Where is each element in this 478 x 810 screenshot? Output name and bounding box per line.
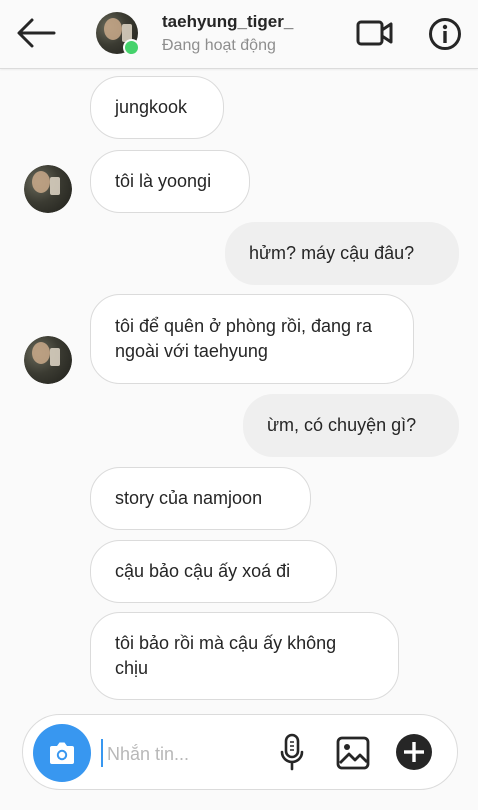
message-bubble-incoming[interactable]: cậu bảo cậu ấy xoá đi — [90, 540, 337, 603]
voice-message-button[interactable] — [279, 733, 305, 773]
microphone-icon — [280, 733, 304, 771]
message-text: tôi để quên ở phòng rồi, đang ra ngoài v… — [115, 316, 372, 361]
message-bubble-incoming[interactable]: story của namjoon — [90, 467, 311, 530]
avatar-image — [24, 165, 72, 213]
message-bubble-outgoing[interactable]: ừm, có chuyện gì? — [243, 394, 459, 457]
info-icon — [429, 18, 461, 50]
back-arrow-icon — [17, 18, 56, 48]
activity-status: Đang hoạt động — [162, 37, 276, 54]
message-text: story của namjoon — [115, 488, 263, 508]
info-button[interactable] — [428, 17, 462, 51]
message-composer — [22, 714, 458, 790]
contact-username[interactable]: taehyung_tiger_ — [162, 12, 293, 32]
message-text: hửm? máy cậu đâu? — [249, 243, 415, 263]
message-text: tôi bảo rồi mà cậu ấy không chịu — [115, 633, 337, 678]
message-bubble-incoming[interactable]: jungkook — [90, 76, 224, 139]
message-bubble-incoming[interactable]: tôi là yoongi — [90, 150, 250, 213]
video-call-button[interactable] — [356, 18, 394, 48]
message-text: ừm, có chuyện gì? — [267, 415, 417, 435]
image-icon — [336, 736, 370, 770]
sender-avatar[interactable] — [24, 336, 72, 384]
avatar-image — [24, 336, 72, 384]
online-indicator — [123, 39, 140, 56]
text-cursor — [101, 739, 103, 767]
message-bubble-incoming[interactable]: tôi bảo rồi mà cậu ấy không chịu — [90, 612, 399, 700]
sender-avatar[interactable] — [24, 165, 72, 213]
contact-avatar[interactable] — [96, 12, 140, 56]
gallery-button[interactable] — [335, 735, 371, 771]
message-input[interactable] — [105, 733, 269, 775]
camera-button[interactable] — [33, 724, 91, 782]
message-bubble-incoming[interactable]: tôi để quên ở phòng rồi, đang ra ngoài v… — [90, 294, 414, 384]
more-options-button[interactable] — [395, 733, 433, 771]
camera-icon — [50, 742, 74, 764]
plus-icon — [396, 734, 432, 770]
message-text: jungkook — [115, 97, 188, 117]
back-button[interactable] — [14, 16, 58, 50]
chat-header: taehyung_tiger_ Đang hoạt động — [0, 0, 478, 69]
message-bubble-outgoing[interactable]: hửm? máy cậu đâu? — [225, 222, 459, 285]
video-call-icon — [356, 20, 393, 46]
message-text: tôi là yoongi — [115, 171, 212, 191]
message-text: cậu bảo cậu ấy xoá đi — [115, 561, 291, 581]
